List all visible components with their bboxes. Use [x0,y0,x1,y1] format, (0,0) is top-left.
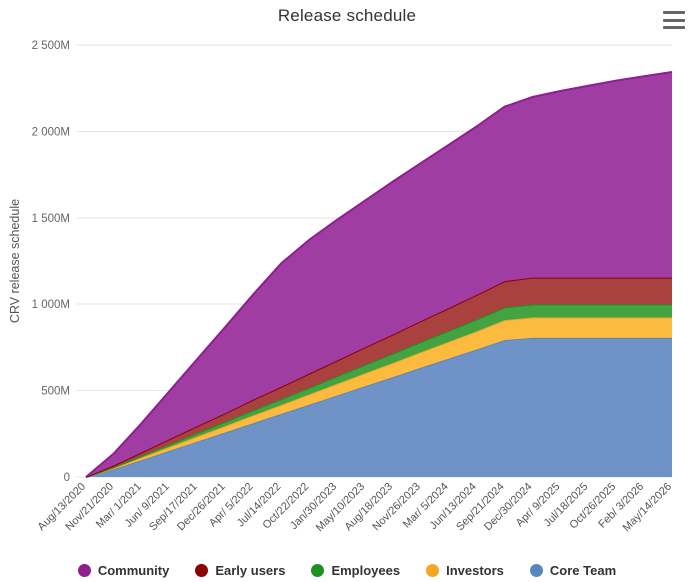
legend-item-employees[interactable]: Employees [311,563,400,578]
y-axis-tick-label: 2 000M [32,126,70,138]
legend-item-investors[interactable]: Investors [426,563,504,578]
legend-item-community[interactable]: Community [77,563,170,578]
chart-container: Release schedule 0 500M 1 000M 1 500M 2 000M… [0,0,694,582]
y-axis-tick-label: 500M [41,386,70,398]
legend-swatch-icon [529,564,543,577]
legend-item-core-team[interactable]: Core Team [529,563,617,578]
legend-swatch-icon [311,564,325,577]
legend-swatch-icon [195,564,209,577]
y-axis-tick-label: 1 500M [32,213,70,225]
legend-item-early-users[interactable]: Early users [195,563,285,578]
chart-legend: Community Early users Employees Investors Co… [0,563,694,578]
legend-swatch-icon [77,564,91,577]
legend-swatch-icon [426,564,440,577]
stacked-area-plot: 0 500M 1 000M 1 500M 2 000M 2 500M CRV release… [8,40,674,534]
legend-item-label: Investors [446,563,504,578]
y-axis-title: CRV release schedule [8,199,22,323]
legend-item-label: Community [97,563,170,578]
legend-item-label: Early users [215,563,286,578]
legend-item-label: Employees [331,563,401,578]
y-axis-tick-label: 0 [64,472,70,484]
y-axis-tick-label: 1 000M [32,299,70,311]
legend-item-label: Core Team [549,563,617,578]
y-axis-tick-label: 2 500M [32,40,70,52]
